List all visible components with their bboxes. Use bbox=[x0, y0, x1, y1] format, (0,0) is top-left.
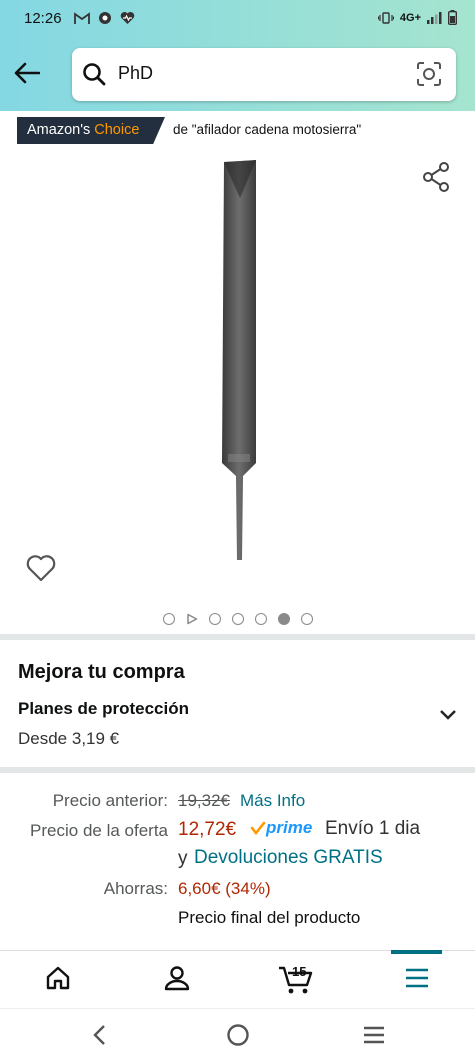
cart-count: 15 bbox=[292, 964, 307, 979]
status-right: 4G+ bbox=[377, 10, 457, 25]
choice-badge-prefix: Amazon's bbox=[27, 122, 91, 138]
savings-label: Ahorras: bbox=[103, 879, 168, 898]
gmail-icon bbox=[74, 11, 90, 24]
search-icon bbox=[83, 63, 106, 86]
final-price-note: Precio final del producto bbox=[178, 908, 361, 927]
search-input[interactable]: PhD bbox=[72, 48, 456, 101]
battery-icon bbox=[448, 10, 457, 25]
shipping-text: Envío 1 dia bbox=[325, 818, 421, 839]
deal-price: 12,72€ bbox=[178, 819, 237, 840]
system-back-icon[interactable] bbox=[92, 1024, 106, 1046]
carousel-dot[interactable] bbox=[232, 613, 244, 625]
system-recents-icon[interactable] bbox=[362, 1025, 386, 1045]
menu-icon[interactable] bbox=[404, 965, 430, 991]
carousel-dot[interactable] bbox=[255, 613, 267, 625]
more-info-link[interactable]: Más Info bbox=[240, 791, 305, 811]
prime-check-icon bbox=[250, 821, 266, 835]
wishlist-heart-icon[interactable] bbox=[26, 554, 56, 582]
protection-plans-price: Desde 3,19 € bbox=[18, 729, 120, 748]
camera-scan-icon[interactable] bbox=[416, 61, 442, 87]
signal-icon bbox=[427, 11, 442, 24]
status-bar: 12:26 4G+ bbox=[0, 0, 475, 38]
carousel-dot[interactable] bbox=[163, 613, 175, 625]
vibrate-icon bbox=[377, 11, 394, 24]
system-nav-bar bbox=[0, 1008, 475, 1059]
active-tab-indicator bbox=[391, 950, 442, 954]
carousel-dot[interactable] bbox=[209, 613, 221, 625]
protection-plans-title[interactable]: Planes de protección bbox=[18, 699, 189, 719]
header: 12:26 4G+ PhD bbox=[0, 0, 475, 111]
system-home-icon[interactable] bbox=[226, 1023, 250, 1047]
prime-label: prime bbox=[266, 818, 313, 837]
status-time: 12:26 bbox=[24, 10, 62, 27]
deal-price-label: Precio de la oferta bbox=[30, 821, 168, 840]
amazons-choice-badge: Amazon's Choice bbox=[17, 117, 165, 144]
savings-value: 6,60€ (34%) bbox=[178, 879, 271, 898]
carousel-dot[interactable] bbox=[278, 613, 290, 625]
choice-search-term: de "afilador cadena motosierra" bbox=[173, 122, 362, 137]
share-icon[interactable] bbox=[422, 162, 450, 192]
choice-badge-word: Choice bbox=[94, 122, 140, 138]
chrome-icon bbox=[99, 12, 111, 24]
bottom-nav bbox=[0, 950, 475, 1008]
old-price: 19,32€ bbox=[178, 791, 230, 810]
heart-health-icon bbox=[120, 12, 135, 24]
status-left-icons bbox=[74, 11, 135, 25]
divider bbox=[0, 767, 475, 773]
back-button[interactable] bbox=[10, 56, 44, 90]
divider bbox=[0, 634, 475, 640]
image-carousel-dots bbox=[163, 613, 313, 625]
video-slide-icon[interactable] bbox=[186, 613, 198, 625]
network-type: 4G+ bbox=[399, 11, 421, 24]
prime-badge: prime bbox=[250, 818, 312, 838]
and-text: y bbox=[178, 848, 188, 869]
chevron-down-icon[interactable] bbox=[439, 709, 457, 721]
app-screen: 12:26 4G+ PhD Amazon's Choice de "afilad… bbox=[0, 0, 475, 1059]
free-returns-link[interactable]: Devoluciones GRATIS bbox=[194, 847, 383, 869]
product-image[interactable] bbox=[210, 158, 270, 568]
old-price-label: Precio anterior: bbox=[52, 791, 168, 810]
back-arrow-icon bbox=[14, 62, 40, 84]
account-icon[interactable] bbox=[164, 965, 190, 991]
carousel-dot[interactable] bbox=[301, 613, 313, 625]
home-icon[interactable] bbox=[45, 965, 71, 991]
upgrade-title: Mejora tu compra bbox=[18, 661, 185, 683]
search-query: PhD bbox=[118, 63, 154, 83]
